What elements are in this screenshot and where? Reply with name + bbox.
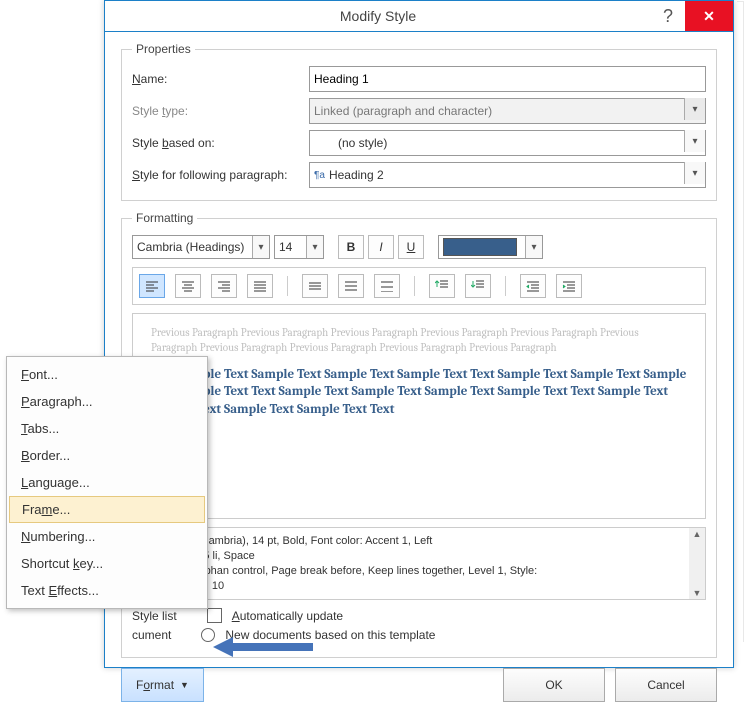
chevron-down-icon[interactable]: ▾ (525, 236, 542, 258)
chevron-down-icon: ▾ (684, 98, 705, 120)
chevron-down-icon[interactable]: ▾ (684, 162, 705, 184)
align-justify-button[interactable] (247, 274, 273, 298)
bold-button[interactable]: B (338, 235, 364, 259)
indent-inc-button[interactable] (556, 274, 582, 298)
scrollbar[interactable]: ▲▼ (689, 528, 705, 599)
align-left-button[interactable] (139, 274, 165, 298)
cancel-button[interactable]: Cancel (615, 668, 717, 702)
spacing-2-button[interactable] (374, 274, 400, 298)
para-space-inc-button[interactable] (429, 274, 455, 298)
properties-group: Properties Name: Style type: Linked (par… (121, 42, 717, 201)
ok-button[interactable]: OK (503, 668, 605, 702)
name-input[interactable] (309, 66, 706, 92)
spacing-1-button[interactable] (302, 274, 328, 298)
para-space-dec-button[interactable] (465, 274, 491, 298)
formatting-group: Formatting Cambria (Headings) ▾ 14 ▾ B I… (121, 211, 717, 658)
following-combo[interactable]: ¶a Heading 2 ▾ (309, 162, 706, 188)
auto-update-checkbox[interactable] (207, 608, 222, 623)
styletype-combo: Linked (paragraph and character) ▾ (309, 98, 706, 124)
menu-tabs[interactable]: Tabs... (7, 415, 207, 442)
name-label: Name: (132, 72, 297, 86)
auto-update-label: Automatically update (232, 609, 343, 623)
preview-sample-text: Text Sample Text Sample Text Sample Text… (151, 366, 687, 419)
caret-down-icon: ▼ (180, 680, 189, 690)
align-center-button[interactable] (175, 274, 201, 298)
title-bar: Modify Style ? ✕ (105, 1, 733, 32)
chevron-down-icon[interactable]: ▾ (684, 130, 705, 152)
chevron-down-icon[interactable]: ▾ (306, 236, 323, 258)
basedon-combo[interactable]: (no style) ▾ (309, 130, 706, 156)
align-right-button[interactable] (211, 274, 237, 298)
close-button[interactable]: ✕ (685, 1, 733, 31)
style-preview: Previous Paragraph Previous Paragraph Pr… (132, 313, 706, 519)
format-button[interactable]: Format▼ (121, 668, 204, 702)
basedon-label: Style based on: (132, 136, 297, 150)
addto-label: Style list (132, 609, 177, 623)
chevron-down-icon[interactable]: ▾ (252, 236, 269, 258)
paragraph-toolbar (132, 267, 706, 305)
menu-shortcut[interactable]: Shortcut key... (7, 550, 207, 577)
preview-ghost-text: Previous Paragraph Previous Paragraph Pr… (151, 326, 687, 356)
menu-border[interactable]: Border... (7, 442, 207, 469)
font-size-combo[interactable]: 14 ▾ (274, 235, 324, 259)
thisdoc-label: cument (132, 628, 171, 642)
menu-language[interactable]: Language... (7, 469, 207, 496)
paragraph-icon: ¶a (314, 170, 325, 181)
italic-button[interactable]: I (368, 235, 394, 259)
font-color-combo[interactable]: ▾ (438, 235, 543, 259)
font-family-combo[interactable]: Cambria (Headings) ▾ (132, 235, 270, 259)
formatting-legend: Formatting (132, 211, 197, 225)
spacing-1.5-button[interactable] (338, 274, 364, 298)
menu-numbering[interactable]: Numbering... (7, 523, 207, 550)
help-button[interactable]: ? (651, 1, 685, 31)
menu-paragraph[interactable]: Paragraph... (7, 388, 207, 415)
properties-legend: Properties (132, 42, 195, 56)
style-description: +Headings (Cambria), 14 pt, Bold, Font c… (132, 527, 706, 600)
menu-text-effects[interactable]: Text Effects... (7, 577, 207, 604)
format-menu: Font... Paragraph... Tabs... Border... L… (6, 356, 208, 609)
styletype-label: Style type: (132, 104, 297, 118)
underline-button[interactable]: U (398, 235, 424, 259)
indent-dec-button[interactable] (520, 274, 546, 298)
menu-font[interactable]: Font... (7, 361, 207, 388)
annotation-arrow (213, 635, 313, 655)
following-label: Style for following paragraph: (132, 168, 297, 182)
color-swatch (443, 238, 517, 256)
menu-frame[interactable]: Frame... (9, 496, 205, 523)
dialog-title: Modify Style (105, 8, 651, 24)
